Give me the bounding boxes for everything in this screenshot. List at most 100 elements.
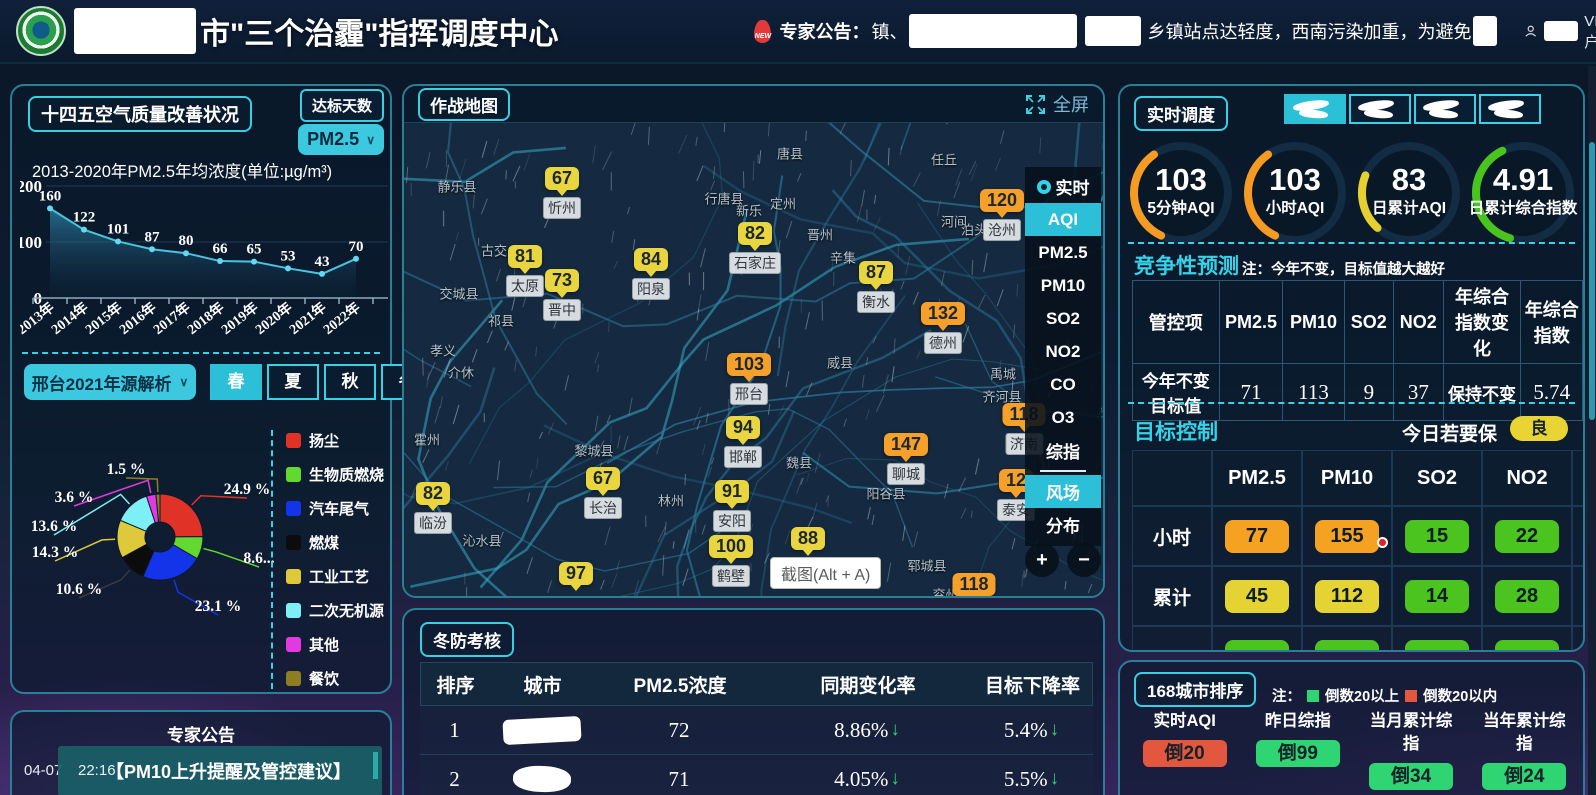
map-marker-忻州[interactable]: 67忻州 [543, 167, 581, 219]
map-marker-德州[interactable]: 132德州 [921, 302, 965, 354]
map-marker-鹤壁[interactable]: 100鹤壁 [709, 535, 753, 587]
map-marker-衡水[interactable]: 87衡水 [857, 261, 895, 313]
dispatch-tab-redacted[interactable] [1479, 94, 1541, 124]
layer-label: 分布 [1046, 512, 1080, 537]
season-tab-夏[interactable]: 夏 [267, 364, 319, 400]
pm25-cell: 71 [594, 767, 764, 792]
map-place-label: 新乐 [736, 201, 762, 220]
marker-pointer-icon [556, 189, 568, 196]
map-marker-太原[interactable]: 81太原 [506, 245, 544, 297]
svg-text:2016年: 2016年 [116, 299, 160, 338]
battle-map-panel: 作战地图 全屏 实时AQIPM2.5PM10SO2NO2COO3综指风场分布 +… [402, 84, 1105, 598]
col-header: PM2.5浓度 [595, 671, 765, 698]
map-marker-聊城[interactable]: 147聊城 [884, 433, 928, 485]
svg-text:122: 122 [73, 210, 96, 226]
target-cell: 5.5%↓ [970, 767, 1093, 792]
map-marker-临汾[interactable]: 82临汾 [414, 482, 452, 534]
ranking-badge: 倒24 [1482, 763, 1566, 790]
marker-value: 94 [726, 416, 760, 439]
table-row: 2714.05%↓5.5%↓ [420, 755, 1093, 795]
chevron-down-icon: ∨ [366, 133, 375, 147]
map-marker-阳泉[interactable]: 84阳泉 [632, 248, 670, 300]
map-layer-实时[interactable]: 实时 [1025, 170, 1101, 203]
marker-value: 132 [921, 302, 965, 325]
scrollbar-thumb[interactable] [1589, 142, 1595, 420]
marker-pointer-icon [570, 584, 582, 591]
winter-panel-title: 冬防考核 [420, 622, 514, 657]
winter-assessment-table: 排序 城市 PM2.5浓度 同期变化率 目标下降率 1728.86%↓5.4%↓… [420, 662, 1093, 795]
dashed-divider [1128, 242, 1575, 244]
standard-days-button[interactable]: 达标天数 [300, 89, 384, 122]
marker-value: 82 [738, 222, 772, 245]
dispatch-tab-redacted[interactable] [1414, 94, 1476, 124]
map-place-label: 禹城 [990, 364, 1016, 383]
value-badge: 22 [1495, 520, 1559, 553]
map-marker-石家庄[interactable]: 82石家庄 [729, 222, 781, 274]
gauge-value: 4.91 [1466, 162, 1580, 198]
map-marker-晋中[interactable]: 73 晋中 [543, 269, 581, 321]
marker-city-label: 晋中 [543, 299, 581, 321]
map-layer-PM10[interactable]: PM10 [1025, 269, 1101, 302]
marker-value: 73 [545, 269, 579, 292]
map-place-label: 郓城县 [907, 556, 946, 575]
svg-text:2021年: 2021年 [286, 299, 330, 338]
map-marker-长治[interactable]: 67长治 [584, 467, 622, 519]
col-header-CO: CO [1572, 450, 1585, 506]
announcement-label: 专家公告： [779, 18, 869, 44]
map-layer-PM2.5[interactable]: PM2.5 [1025, 236, 1101, 269]
col-header: 目标下降率 [971, 671, 1094, 698]
dispatch-tab-redacted[interactable] [1349, 94, 1411, 124]
source-analysis-select[interactable]: 邢台2021年源解析 ∨ [24, 364, 196, 400]
user-menu[interactable]: VIP用户 ∨ [1524, 10, 1596, 52]
marker-pointer-icon [802, 549, 814, 556]
map-layer-综指[interactable]: 综指 [1025, 434, 1101, 467]
expert-announcement-bar[interactable]: NEW 专家公告： 镇、 乡镇站点达轻度，西南污染加重，为避免 [754, 14, 1524, 48]
value-cell: 1.2 [1572, 566, 1585, 626]
map-marker-安阳[interactable]: 91安阳 [713, 480, 751, 532]
map-canvas[interactable]: 实时AQIPM2.5PM10SO2NO2COO3综指风场分布 + − 静乐县唐县… [404, 123, 1103, 597]
map-layer-O3[interactable]: O3 [1025, 401, 1101, 434]
value-badge [1405, 640, 1469, 653]
season-tab-秋[interactable]: 秋 [324, 364, 376, 400]
dispatch-tab-redacted[interactable] [1284, 94, 1346, 124]
value-badge: 45 [1225, 580, 1289, 613]
map-place-label: 魏县 [786, 453, 812, 472]
map-layer-风场[interactable]: 风场 [1025, 475, 1101, 508]
city-redaction [512, 765, 571, 793]
marker-city-label: 长治 [584, 497, 622, 519]
scrollbar-thumb[interactable] [373, 752, 378, 779]
announcement-item-text[interactable]: 【PM10上升提醒及管控建议】 [106, 758, 351, 784]
season-tab-春[interactable]: 春 [210, 364, 262, 400]
map-marker-邢台[interactable]: 103邢台 [727, 353, 771, 405]
marker-pointer-icon [900, 455, 912, 462]
zoom-out-button[interactable]: − [1067, 543, 1101, 577]
value-cell [1482, 626, 1572, 652]
marker-value: 97 [559, 562, 593, 585]
map-header: 作战地图 全屏 [404, 86, 1103, 123]
zoom-in-button[interactable]: + [1025, 543, 1059, 577]
map-marker-118[interactable]: 118 [952, 573, 995, 597]
ranking-label: 当年累计综指 [1476, 710, 1572, 756]
svg-text:2014年: 2014年 [48, 299, 92, 338]
svg-text:66: 66 [213, 241, 229, 257]
map-marker-邯郸[interactable]: 94邯郸 [724, 416, 762, 468]
page-scrollbar[interactable] [1588, 66, 1596, 795]
new-badge-icon: NEW [754, 20, 771, 43]
map-layer-CO[interactable]: CO [1025, 368, 1101, 401]
gauge-value: 103 [1124, 162, 1238, 198]
map-marker-沧州[interactable]: 120沧州 [980, 189, 1024, 241]
pollutant-select[interactable]: PM2.5 ∨ [298, 124, 384, 155]
map-marker-97[interactable]: 97 [559, 562, 593, 591]
marker-city-label: 聊城 [887, 463, 925, 485]
value-badge: 15 [1405, 520, 1469, 553]
ranking-title: 168城市排序 [1134, 672, 1256, 707]
map-layer-SO2[interactable]: SO2 [1025, 302, 1101, 335]
map-layer-AQI[interactable]: AQI [1025, 203, 1101, 236]
value-cell: 28 [1482, 566, 1572, 626]
map-layer-NO2[interactable]: NO2 [1025, 335, 1101, 368]
city-name-redaction [74, 8, 196, 54]
marker-city-label: 邢台 [730, 383, 768, 405]
menu-divider [1040, 470, 1086, 472]
map-layer-分布[interactable]: 分布 [1025, 508, 1101, 541]
fullscreen-button[interactable]: 全屏 [1026, 91, 1089, 117]
